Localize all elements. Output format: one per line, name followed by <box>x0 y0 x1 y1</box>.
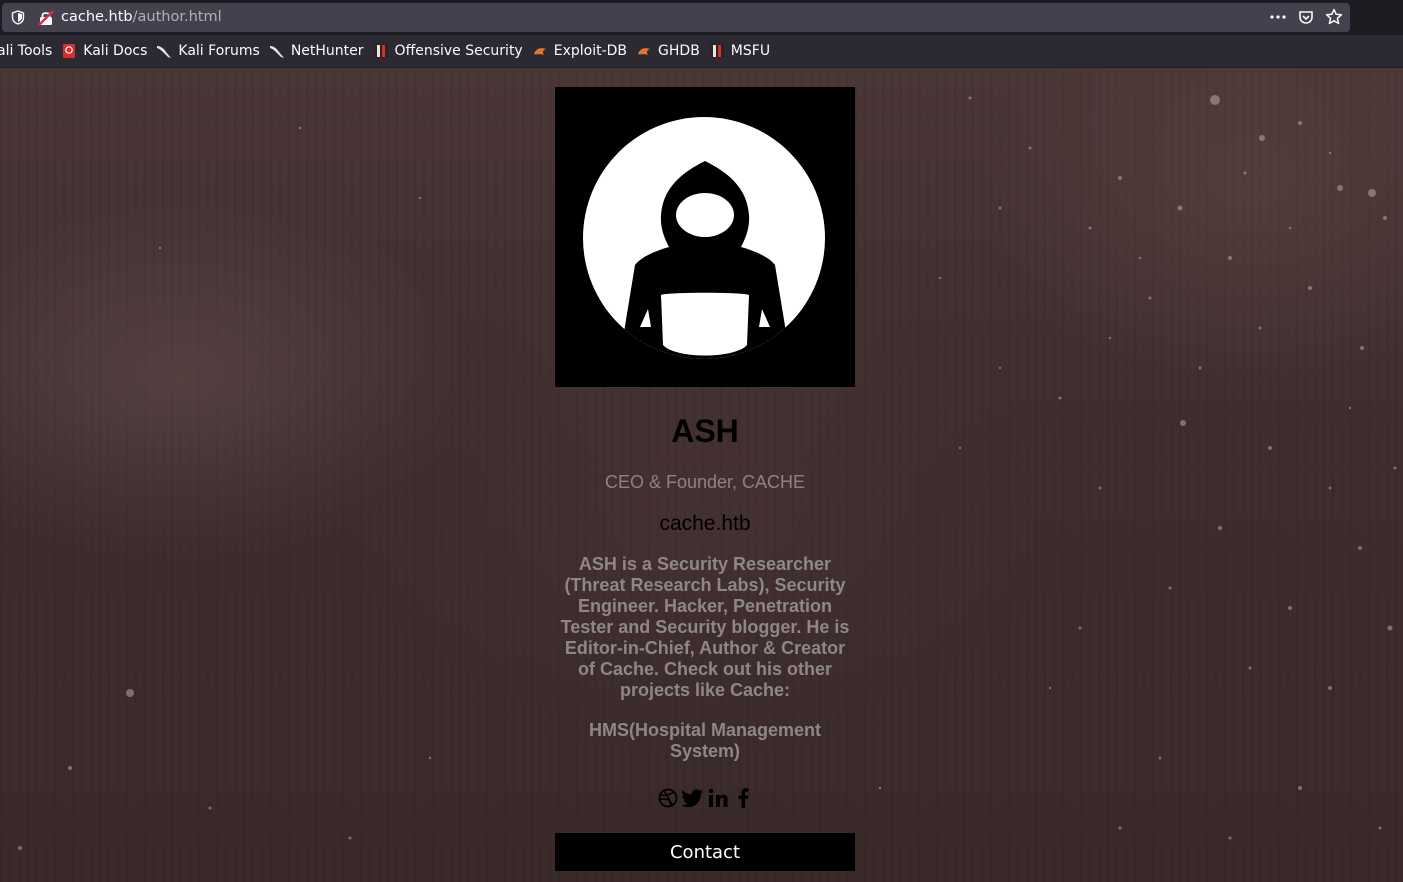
author-role: CEO & Founder, CACHE <box>604 472 806 492</box>
url-host: cache.htb <box>61 9 133 25</box>
facebook-icon[interactable] <box>732 787 754 809</box>
shield-icon[interactable] <box>11 10 25 25</box>
bookmark-kali-tools[interactable]: ali Tools <box>0 35 57 68</box>
bookmark-kali-docs[interactable]: Kali Docs <box>57 35 152 68</box>
social-links <box>555 786 855 810</box>
kali-docs-icon <box>63 44 76 58</box>
offsec-icon <box>373 44 388 58</box>
avatar <box>555 87 855 387</box>
author-project: HMS(Hospital Management System) <box>588 720 822 761</box>
bookmark-msfu[interactable]: MSFU <box>705 35 775 68</box>
bookmark-kali-forums[interactable]: Kali Forums <box>152 35 264 68</box>
bookmark-label: Offensive Security <box>394 43 523 59</box>
dribbble-icon[interactable] <box>657 787 679 809</box>
author-card: ASH CEO & Founder, CACHE cache.htb ASH i… <box>555 87 855 871</box>
insecure-lock-icon[interactable] <box>38 10 54 26</box>
bookmark-exploit-db[interactable]: Exploit-DB <box>528 35 632 68</box>
bookmark-label: GHDB <box>658 43 700 59</box>
exploit-db-icon <box>533 48 546 55</box>
msfu-icon <box>709 44 724 58</box>
page-background: ASH CEO & Founder, CACHE cache.htb ASH i… <box>0 68 1403 882</box>
author-bio: ASH is a Security Researcher (Threat Res… <box>560 554 850 700</box>
url-text[interactable]: cache.htb/author.html <box>61 9 222 25</box>
browser-toolbar: cache.htb/author.html <box>0 0 1403 35</box>
linkedin-icon[interactable] <box>707 787 729 809</box>
ghdb-icon <box>638 48 651 55</box>
pocket-icon[interactable] <box>1296 7 1316 27</box>
bookmark-label: Kali Docs <box>83 43 148 59</box>
page-actions-icon[interactable] <box>1268 7 1288 27</box>
bookmark-label: NetHunter <box>290 43 364 59</box>
bookmark-label: Kali Forums <box>178 43 260 59</box>
bookmark-label: ali Tools <box>0 43 53 59</box>
address-bar[interactable]: cache.htb/author.html <box>2 3 1350 32</box>
author-name: ASH <box>671 413 739 449</box>
bookmark-label: Exploit-DB <box>553 43 628 59</box>
contact-button[interactable]: Contact <box>555 833 855 871</box>
bookmark-nethunter[interactable]: NetHunter <box>265 35 369 68</box>
bookmarks-toolbar: ali Tools Kali Docs Kali Forums NetHunte… <box>0 35 1403 68</box>
author-site: cache.htb <box>659 512 751 535</box>
hacker-avatar-icon <box>583 117 825 359</box>
bookmark-offensive-security[interactable]: Offensive Security <box>369 35 528 68</box>
kali-dragon-icon <box>269 46 284 58</box>
bookmark-star-icon[interactable] <box>1324 7 1344 27</box>
bookmark-ghdb[interactable]: GHDB <box>632 35 705 68</box>
kali-dragon-icon <box>157 46 172 58</box>
url-path: /author.html <box>132 9 222 25</box>
twitter-icon[interactable] <box>681 787 704 809</box>
bookmark-label: MSFU <box>730 43 771 59</box>
